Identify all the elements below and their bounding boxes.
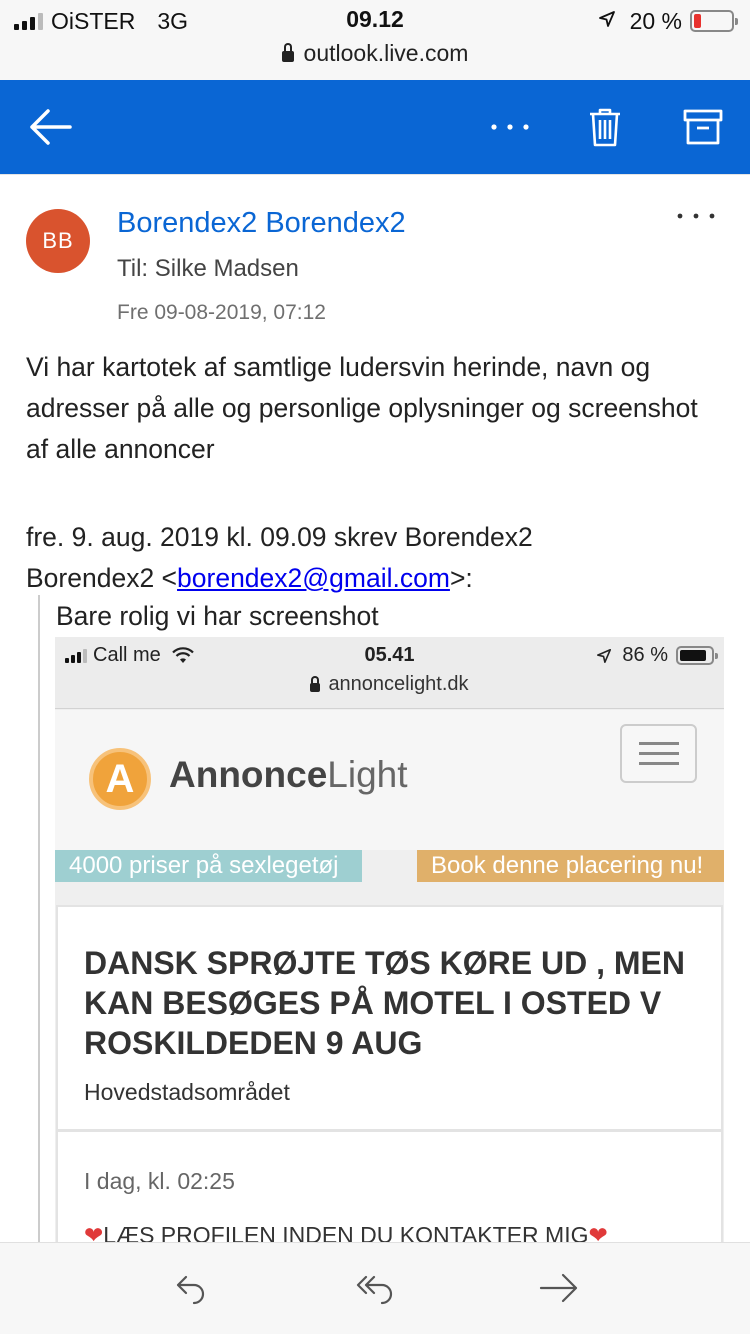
quoted-text: Bare rolig vi har screenshot [56,601,379,631]
battery-percent: 20 % [629,7,682,34]
site-logo-text: AnnonceLight [169,754,408,796]
more-options-button[interactable] [478,80,542,174]
reply-all-button[interactable] [350,1263,400,1313]
archive-button[interactable] [672,80,734,174]
trash-icon [590,108,620,147]
status-right: 20 % [598,6,738,36]
lock-icon [281,43,294,62]
listing-region: Hovedstadsområdet [84,1079,290,1105]
site-logo-icon: A [89,748,151,810]
post-card: I dag, kl. 02:25 ❤LÆS PROFILEN INDEN DU … [56,1131,723,1242]
battery-icon [690,10,738,32]
hamburger-menu-icon [620,724,697,783]
status-bar: OiSTER 3G 09.12 20 % outlook.live.com [0,0,750,80]
delete-button[interactable] [576,80,634,174]
quote-bar [38,595,40,1242]
location-arrow-icon [598,8,616,34]
back-arrow-icon [30,109,72,145]
post-time: I dag, kl. 02:25 [84,1168,235,1194]
logo-bold-text: Annonce [169,754,328,795]
post-text-line: ❤LÆS PROFILEN INDEN DU KONTAKTER MIG❤ [84,1222,608,1242]
quote-header-line: fre. 9. aug. 2019 kl. 09.09 skrev Borend… [26,522,533,552]
archive-icon [683,109,723,145]
more-dots-icon [677,213,715,219]
listing-card: DANSK SPRØJTE TØS KØRE UD , MEN KAN BESØ… [56,905,723,1131]
sender-name[interactable]: Borendex2 Borendex2 [117,207,406,240]
battery-level [680,650,706,661]
message-date: Fre 09-08-2019, 07:12 [117,301,326,324]
quote-header: fre. 9. aug. 2019 kl. 09.09 skrev Borend… [26,517,726,599]
mail-toolbar [0,80,750,174]
embedded-battery-percent: 86 % [622,644,668,666]
lock-icon [310,676,321,692]
embedded-url-bar: annoncelight.dk [55,673,724,696]
message-body: Vi har kartotek af samtlige ludersvin he… [26,352,698,464]
battery-icon [676,646,718,665]
avatar[interactable]: BB [26,209,90,273]
reply-all-icon [356,1275,393,1305]
forward-button[interactable] [534,1263,584,1313]
ad-banner-right: Book denne placering nu! [417,850,724,882]
embedded-status-right: 86 % [596,644,718,667]
quote-sender-prefix: Borendex2 < [26,563,178,593]
recipient-line: Til: Silke Madsen [117,255,299,282]
heart-icon: ❤ [588,1223,608,1242]
back-button[interactable] [18,80,82,174]
ad-banner-left: 4000 priser på sexlegetøj [55,850,362,882]
embedded-url: annoncelight.dk [328,673,469,695]
embedded-screenshot: Call me 05.41 86 % annoncelight.dk A Ann… [55,637,724,1242]
url-bar[interactable]: outlook.live.com [0,40,750,67]
post-text: LÆS PROFILEN INDEN DU KONTAKTER MIG [103,1222,589,1242]
message-more-button[interactable] [676,207,720,237]
heart-icon: ❤ [84,1223,104,1242]
site-header: A AnnonceLight [55,710,724,850]
url-text: outlook.live.com [303,40,469,66]
listing-title: DANSK SPRØJTE TØS KØRE UD , MEN KAN BESØ… [84,945,685,1061]
reply-button[interactable] [166,1263,216,1313]
battery-level [694,14,702,28]
quote-header-sender: Borendex2 <borendex2@gmail.com>: [26,558,726,599]
sender-email-link[interactable]: borendex2@gmail.com [177,563,450,593]
quote-sender-suffix: >: [449,563,473,593]
forward-icon [539,1273,578,1303]
message-view: BB Borendex2 Borendex2 Til: Silke Madsen… [0,174,750,1242]
logo-light-text: Light [327,754,408,795]
reply-icon [176,1275,205,1305]
bottom-action-bar [0,1242,750,1334]
more-dots-icon [491,124,529,130]
location-arrow-icon [596,648,612,664]
embedded-status-bar: Call me 05.41 86 % annoncelight.dk [55,637,724,709]
